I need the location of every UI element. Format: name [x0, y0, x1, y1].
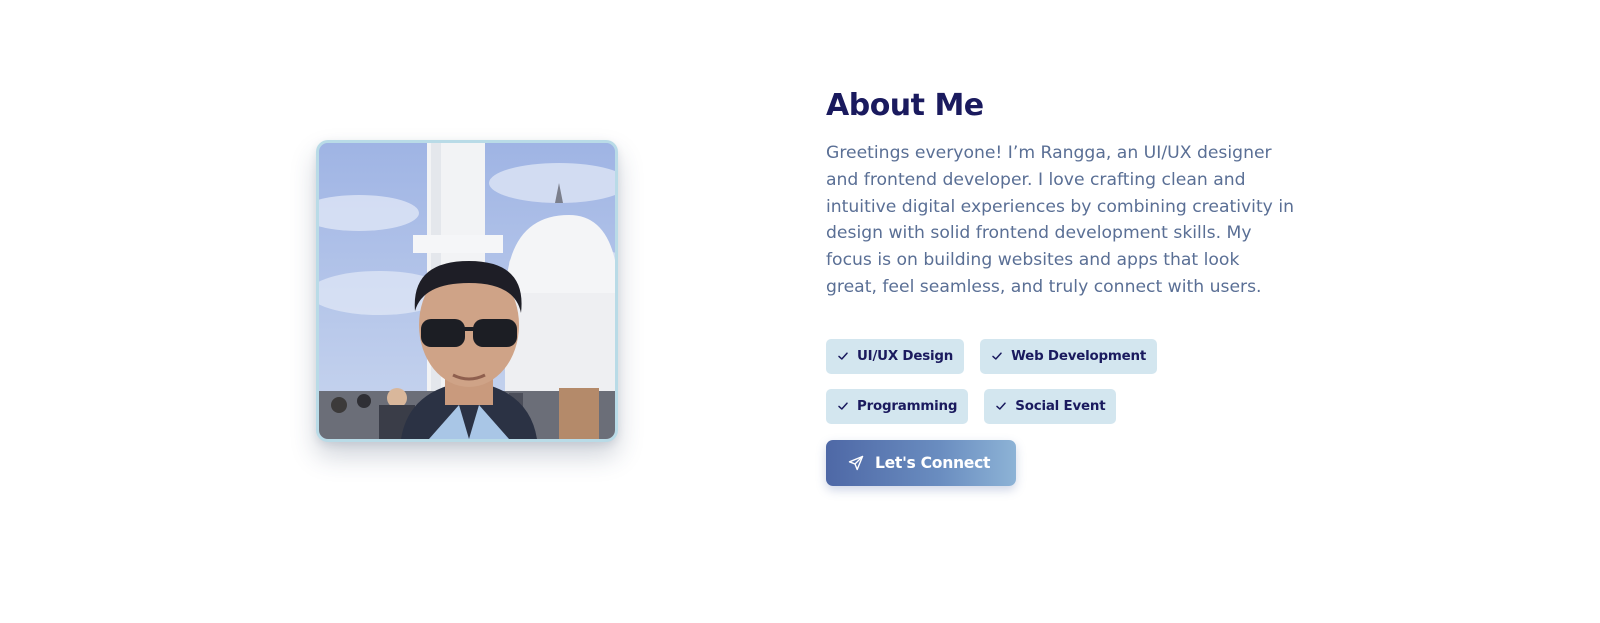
lets-connect-button[interactable]: Let's Connect: [826, 439, 1016, 486]
skill-tag-label: Social Event: [1015, 398, 1106, 414]
bio-text: Greetings everyone! I’m Rangga, an UI/UX…: [826, 143, 1294, 297]
skill-tag-label: Programming: [857, 398, 958, 414]
check-icon: [996, 402, 1007, 411]
skill-tag-social-event: Social Event: [984, 388, 1117, 424]
about-content: About Me Greetings everyone! I’m Rangga,…: [826, 86, 1306, 486]
about-section: About Me Greetings everyone! I’m Rangga,…: [0, 0, 1600, 623]
skill-tag-label: UI/UX Design: [857, 348, 954, 364]
profile-photo: [316, 140, 618, 442]
check-icon: [992, 352, 1002, 361]
send-icon: [848, 455, 864, 470]
lets-connect-label: Let's Connect: [875, 453, 991, 472]
check-icon: [838, 402, 848, 411]
skill-tag-web-development: Web Development: [980, 338, 1158, 374]
skill-tag-label: Web Development: [1011, 348, 1147, 364]
check-icon: [838, 352, 848, 361]
section-title: About Me: [826, 88, 984, 123]
skill-tags: UI/UX Design Web Development Programming…: [826, 338, 1306, 424]
skill-tag-programming: Programming: [826, 388, 969, 424]
skill-tag-uiux: UI/UX Design: [826, 338, 965, 374]
